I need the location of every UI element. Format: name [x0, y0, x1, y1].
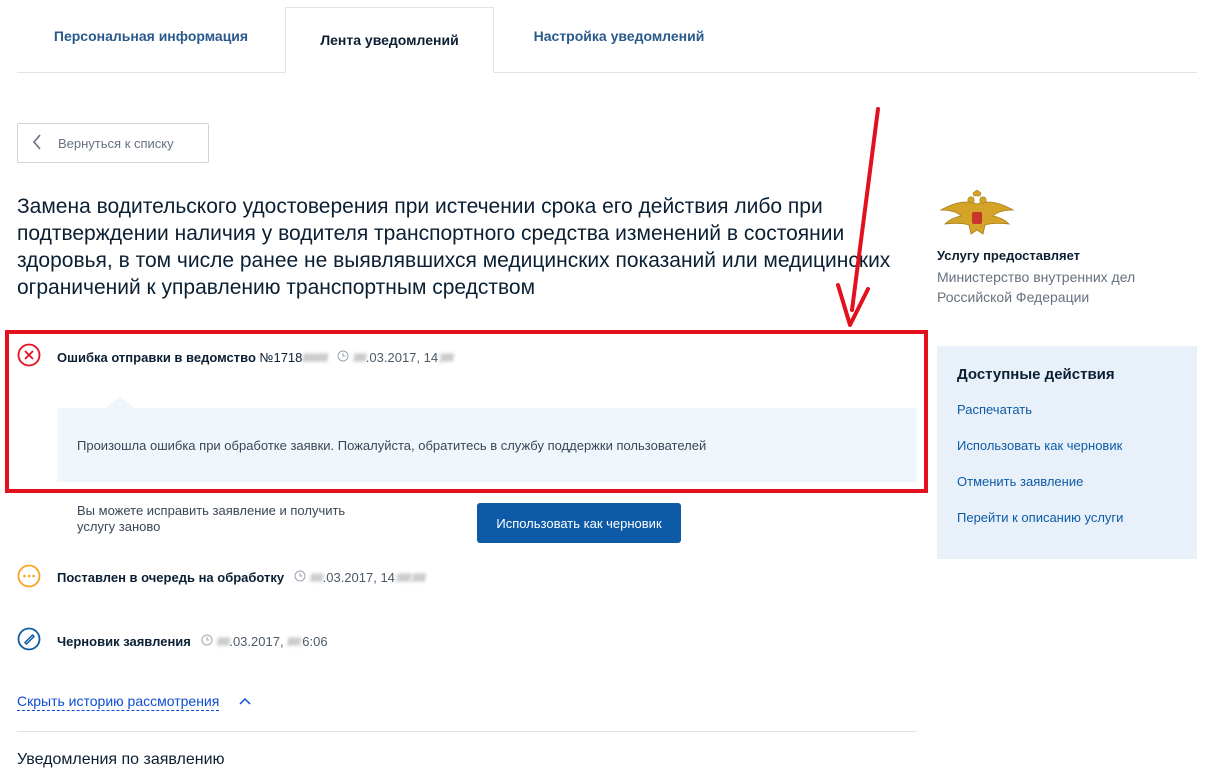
tabs-divider: [17, 72, 1197, 73]
status-label: Поставлен в очередь на обработку: [57, 569, 285, 585]
provider-label: Услугу предоставляет: [937, 248, 1081, 263]
section-divider: [17, 731, 917, 732]
available-actions-panel: Доступные действия Распечатать Использов…: [937, 346, 1197, 559]
back-button-label: Вернуться к списку: [58, 135, 174, 151]
chevron-up-icon[interactable]: [239, 694, 251, 712]
draft-icon-wrapper: [17, 627, 41, 656]
status-label: Черновик заявления: [57, 633, 191, 649]
tab-notification-settings[interactable]: Настройка уведомлений: [494, 0, 744, 72]
draft-pencil-icon: [17, 627, 41, 651]
hide-history-link[interactable]: Скрыть историю рассмотрения: [17, 692, 220, 711]
clock-icon: [201, 634, 213, 649]
queue-dots-icon: [17, 564, 41, 588]
use-as-draft-button[interactable]: Использовать как черновик: [477, 503, 681, 543]
clock-icon: [294, 570, 306, 585]
annotation-highlight-frame: [5, 330, 928, 493]
provider-name: Министерство внутренних дел Российской Ф…: [937, 269, 1136, 305]
action-use-as-draft-link[interactable]: Использовать как черновик: [957, 437, 1177, 473]
action-service-description-link[interactable]: Перейти к описанию услуги: [957, 509, 1177, 545]
action-print-link[interactable]: Распечатать: [957, 401, 1177, 437]
back-to-list-button[interactable]: Вернуться к списку: [17, 123, 209, 163]
double-headed-eagle-icon: [937, 189, 1017, 247]
fix-hint-text: Вы можете исправить заявление и получить…: [77, 503, 346, 534]
notifications-heading: Уведомления по заявлению: [17, 751, 225, 768]
history-item-queued: Поставлен в очередь на обработку ##.03.2…: [57, 565, 426, 589]
page-title: Замена водительского удостоверения при и…: [17, 195, 891, 299]
tab-notification-feed[interactable]: Лента уведомлений: [285, 7, 494, 73]
tab-personal-info[interactable]: Персональная информация: [17, 0, 285, 72]
queue-icon-wrapper: [17, 564, 41, 593]
action-cancel-application-link[interactable]: Отменить заявление: [957, 473, 1177, 509]
history-item-draft: Черновик заявления ##.03.2017, ##:6:06: [57, 629, 328, 653]
annotation-arrow: [830, 105, 890, 335]
status-timestamp: ##.03.2017, 14:##:##: [310, 569, 426, 585]
actions-title: Доступные действия: [957, 366, 1115, 383]
status-timestamp: ##.03.2017, ##:6:06: [216, 633, 328, 649]
chevron-left-icon: [32, 133, 50, 153]
